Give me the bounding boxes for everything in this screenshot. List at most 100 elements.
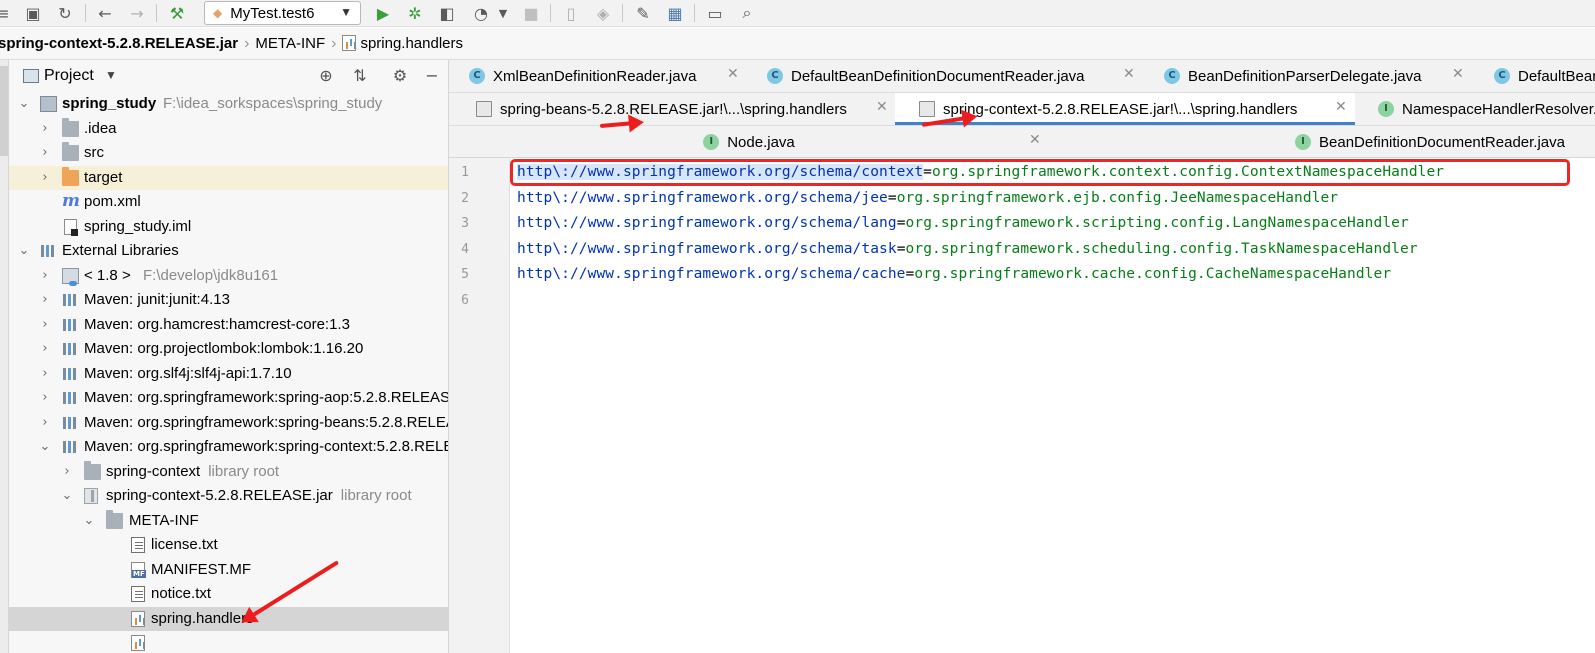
chevron-down-icon[interactable]: ⌄ — [17, 239, 31, 263]
property-value: org.springframework.scheduling.config.Ta… — [905, 240, 1418, 257]
chevron-right-icon[interactable]: › — [38, 337, 52, 361]
interface-icon: I — [1378, 101, 1394, 117]
tab-bean-definition-document-reader[interactable]: I BeanDefinitionDocumentReader.java — [1295, 126, 1595, 157]
breadcrumb-jar[interactable]: spring-context-5.2.8.RELEASE.jar — [0, 35, 244, 52]
tree-item-manifest[interactable]: MANIFEST.MF — [9, 558, 448, 583]
tab-xml-bean-definition-reader[interactable]: C XmlBeanDefinitionReader.java ✕ — [469, 60, 744, 92]
editor-tabs: C XmlBeanDefinitionReader.java ✕ C Defau… — [449, 60, 1595, 158]
forward-icon[interactable]: → — [126, 2, 148, 24]
tree-item-spring-context-root[interactable]: › spring-context library root — [9, 460, 448, 485]
chevron-down-icon[interactable]: ⌄ — [60, 484, 74, 508]
code-editor[interactable]: http\://www.springframework.org/schema/c… — [510, 158, 1595, 653]
locate-file-icon[interactable]: ⊕ — [315, 65, 337, 87]
tree-item-label: license.txt — [151, 536, 218, 553]
profile-dropdown-icon[interactable]: ▼ — [492, 2, 514, 24]
tree-item-maven-junit[interactable]: › Maven: junit:junit:4.13 — [9, 288, 448, 313]
chevron-right-icon[interactable]: › — [60, 460, 74, 484]
tree-item-maven-spring-beans[interactable]: › Maven: org.springframework:spring-bean… — [9, 411, 448, 436]
property-separator: = — [896, 240, 906, 257]
library-icon — [62, 390, 79, 406]
chevron-right-icon[interactable]: › — [38, 362, 52, 386]
tab-namespace-handler-resolver[interactable]: I NamespaceHandlerResolver.java — [1378, 93, 1595, 125]
chevron-down-icon[interactable]: ▼ — [105, 68, 117, 82]
chevron-right-icon[interactable]: › — [38, 313, 52, 337]
chevron-right-icon[interactable]: › — [38, 166, 52, 190]
project-structure-icon[interactable]: ▦ — [664, 2, 686, 24]
menu-icon[interactable]: ≡ — [0, 2, 14, 24]
coverage-icon[interactable]: ◧ — [436, 2, 458, 24]
tree-item-maven-lombok[interactable]: › Maven: org.projectlombok:lombok:1.16.2… — [9, 337, 448, 362]
close-icon[interactable]: ✕ — [1452, 66, 1464, 82]
tree-item-label: MANIFEST.MF — [151, 560, 251, 578]
tree-item-iml[interactable]: spring_study.iml — [9, 215, 448, 240]
library-icon — [62, 341, 79, 357]
tree-item-spring-context-jar[interactable]: ⌄ spring-context-5.2.8.RELEASE.jar librar… — [9, 484, 448, 509]
chevron-right-icon[interactable]: › — [38, 141, 52, 165]
close-icon[interactable]: ✕ — [1335, 99, 1347, 115]
toolbar-divider — [156, 4, 157, 22]
debug-icon[interactable]: ✲ — [404, 2, 426, 24]
search-icon[interactable]: ⌕ — [736, 2, 758, 24]
hide-panel-icon[interactable]: − — [421, 65, 443, 87]
run-icon[interactable]: ▶ — [372, 2, 394, 24]
tree-item-maven-slf4j[interactable]: › Maven: org.slf4j:slf4j-api:1.7.10 — [9, 362, 448, 387]
project-tool-window-button[interactable] — [0, 66, 8, 156]
breadcrumb-meta-inf[interactable]: META-INF — [249, 35, 331, 52]
tree-item-target[interactable]: › target — [9, 165, 448, 190]
terminal-icon[interactable]: ▭ — [704, 2, 726, 24]
tree-item-hint: F:\develop\jdk8u161 — [143, 266, 279, 284]
tree-item-spring-study[interactable]: ⌄ spring_study F:\idea_sorkspaces\spring… — [9, 92, 448, 117]
project-panel-title[interactable]: Project — [44, 67, 94, 85]
profile-icon[interactable]: ◔ — [470, 2, 492, 24]
close-icon[interactable]: ✕ — [1123, 66, 1135, 82]
tab-default-bean-definition-document-reader[interactable]: C DefaultBeanDefinitionDocumentReader.ja… — [767, 60, 1149, 92]
property-key: http\://www.springframework.org/schema/c… — [517, 164, 924, 180]
tab-spring-beans-handlers[interactable]: spring-beans-5.2.8.RELEASE.jar!\...\spri… — [476, 93, 896, 125]
code-line-2: http\://www.springframework.org/schema/j… — [517, 190, 1338, 206]
tree-item-maven-spring-context[interactable]: ⌄ Maven: org.springframework:spring-cont… — [9, 435, 448, 460]
tree-item-jdk[interactable]: › < 1.8 > F:\develop\jdk8u161 — [9, 264, 448, 289]
tab-default-bean-definition-document-reader-2[interactable]: C DefaultBeanDefinitionDocumentReader.ja… — [1494, 60, 1595, 92]
chevron-right-icon[interactable]: › — [38, 386, 52, 410]
device-icon[interactable]: ▯ — [560, 2, 582, 24]
chevron-down-icon[interactable]: ⌄ — [38, 435, 52, 459]
breadcrumb: spring-context-5.2.8.RELEASE.jar › META-… — [0, 28, 1595, 60]
chevron-down-icon[interactable]: ⌄ — [17, 92, 31, 116]
collapse-all-icon[interactable]: ⇅ — [349, 65, 371, 87]
tree-item-pom[interactable]: m pom.xml — [9, 190, 448, 215]
back-icon[interactable]: ← — [94, 2, 116, 24]
chevron-right-icon[interactable]: › — [38, 117, 52, 141]
tree-item-src[interactable]: › src — [9, 141, 448, 166]
build-hammer-icon[interactable]: ⚒ — [166, 2, 188, 24]
chevron-down-icon[interactable]: ⌄ — [82, 509, 96, 533]
sync-icon[interactable]: ↻ — [54, 2, 76, 24]
line-number: 5 — [461, 267, 469, 282]
settings-wrench-icon[interactable]: ✎ — [632, 2, 654, 24]
tree-item-idea[interactable]: › .idea — [9, 117, 448, 142]
gear-icon[interactable]: ⚙ — [389, 65, 411, 87]
close-icon[interactable]: ✕ — [727, 66, 739, 82]
tree-item-maven-hamcrest[interactable]: › Maven: org.hamcrest:hamcrest-core:1.3 — [9, 313, 448, 338]
toolbar-divider — [694, 4, 695, 22]
tab-node[interactable]: I Node.java ✕ — [449, 126, 1049, 157]
tree-item-notice[interactable]: notice.txt — [9, 582, 448, 607]
line-number: 2 — [461, 190, 469, 206]
run-config-selector[interactable]: ◆ MyTest.test6 ▼ — [204, 1, 361, 25]
tree-item-maven-spring-aop[interactable]: › Maven: org.springframework:spring-aop:… — [9, 386, 448, 411]
tree-item-external-libraries[interactable]: ⌄ External Libraries — [9, 239, 448, 264]
save-icon[interactable]: ▣ — [22, 2, 44, 24]
breadcrumb-spring-handlers[interactable]: spring.handlers — [336, 35, 469, 52]
chevron-right-icon[interactable]: › — [38, 264, 52, 288]
close-icon[interactable]: ✕ — [876, 99, 888, 115]
close-icon[interactable]: ✕ — [1029, 132, 1041, 148]
stop-icon[interactable]: ■ — [520, 2, 542, 24]
tree-item-spring-handlers[interactable]: spring.handlers — [9, 606, 448, 631]
line-number: 1 — [461, 165, 469, 180]
chevron-right-icon[interactable]: › — [38, 288, 52, 312]
tree-item-meta-inf[interactable]: ⌄ META-INF — [9, 509, 448, 534]
tree-item-license[interactable]: license.txt — [9, 533, 448, 558]
tree-item-label: notice.txt — [151, 585, 212, 602]
attach-icon[interactable]: ◈ — [592, 2, 614, 24]
tab-bean-definition-parser-delegate[interactable]: C BeanDefinitionParserDelegate.java ✕ — [1164, 60, 1471, 92]
chevron-right-icon[interactable]: › — [38, 411, 52, 435]
